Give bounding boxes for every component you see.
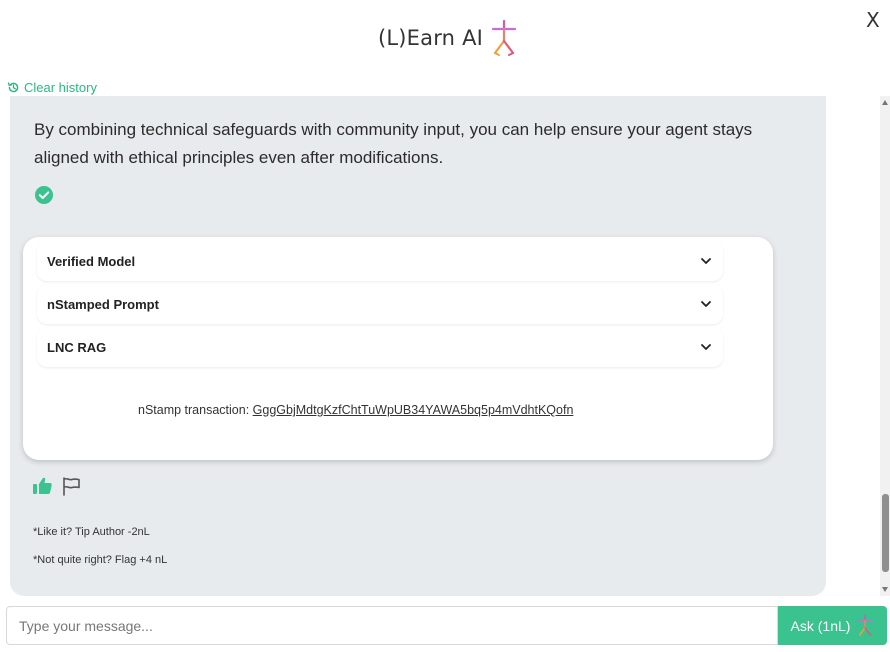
accordion-lnc-rag[interactable]: LNC RAG — [37, 327, 723, 367]
transaction-line: nStamp transaction: GggGbjMdtgKzfChtTuWp… — [138, 403, 573, 417]
provenance-card: Verified Model nStamped Prompt LNC RAG n… — [23, 237, 773, 460]
message-text: By combining technical safeguards with c… — [34, 120, 753, 167]
history-icon — [7, 82, 19, 93]
accordion-verified-model[interactable]: Verified Model — [37, 241, 723, 281]
chevron-down-icon — [701, 344, 711, 350]
thumbs-up-icon[interactable] — [32, 476, 53, 496]
header: (L)Earn AI X — [0, 0, 890, 78]
clear-history-label: Clear history — [24, 80, 97, 95]
logo-figure-icon — [491, 19, 517, 56]
scroll-down-arrow-icon[interactable] — [882, 587, 888, 592]
message-input[interactable] — [6, 606, 778, 645]
chat-scrollbar[interactable] — [880, 96, 890, 596]
reactions — [32, 476, 81, 496]
app-title: (L)Earn AI — [378, 26, 484, 50]
assistant-message: By combining technical safeguards with c… — [10, 96, 826, 596]
verified-check-icon — [35, 186, 53, 204]
transaction-link[interactable]: GggGbjMdtgKzfChtTuWpUB34YAWA5bq5p4mVdhtK… — [253, 403, 574, 417]
close-button[interactable]: X — [866, 8, 880, 32]
logo-figure-icon — [858, 614, 873, 636]
chat-area: By combining technical safeguards with c… — [0, 96, 890, 596]
flag-note: *Not quite right? Flag +4 nL — [33, 554, 168, 566]
scroll-thumb[interactable] — [882, 494, 889, 572]
chevron-down-icon — [701, 258, 711, 264]
transaction-label: nStamp transaction: — [138, 403, 253, 417]
chevron-down-icon — [701, 301, 711, 307]
accordion-label: LNC RAG — [47, 339, 107, 355]
accordion-label: nStamped Prompt — [47, 296, 159, 312]
ask-button[interactable]: Ask (1nL) — [778, 606, 887, 645]
clear-history-button[interactable]: Clear history — [7, 80, 97, 95]
brand: (L)Earn AI — [378, 18, 519, 58]
accordion-nstamped-prompt[interactable]: nStamped Prompt — [37, 284, 723, 324]
scroll-up-arrow-icon[interactable] — [882, 100, 888, 105]
flag-icon[interactable] — [61, 476, 81, 496]
accordion-label: Verified Model — [47, 253, 136, 269]
ask-button-label: Ask (1nL) — [790, 617, 851, 634]
tip-note: *Like it? Tip Author -2nL — [33, 526, 150, 538]
